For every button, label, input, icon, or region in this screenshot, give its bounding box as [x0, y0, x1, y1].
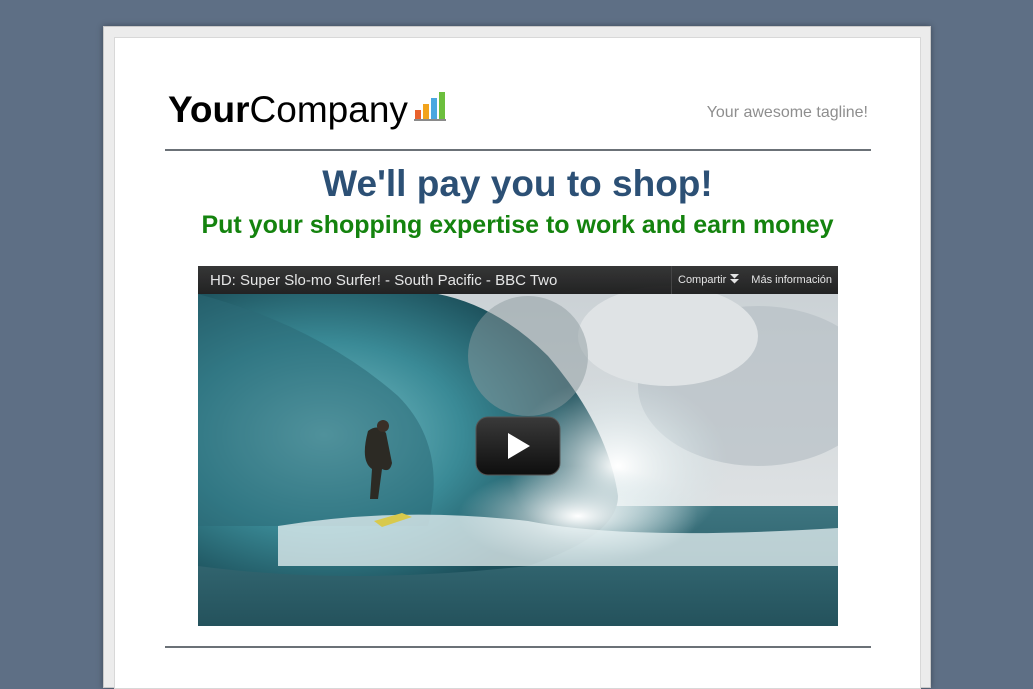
more-info-button[interactable]: Más información: [745, 274, 838, 286]
logo-text-regular: Company: [249, 89, 408, 130]
header-divider: [165, 149, 871, 151]
more-info-label: Más información: [751, 274, 832, 286]
logo-text-bold: Your: [168, 89, 250, 130]
bar-chart-icon: [413, 87, 446, 131]
video-title-bar: HD: Super Slo-mo Surfer! - South Pacific…: [198, 266, 838, 294]
tagline: Your awesome tagline!: [706, 104, 868, 121]
play-icon: [475, 416, 561, 476]
play-button[interactable]: [475, 416, 561, 476]
share-button[interactable]: Compartir: [672, 273, 745, 287]
share-label: Compartir: [678, 274, 727, 286]
double-chevron-down-icon: [730, 273, 740, 287]
company-logo[interactable]: Your Company: [168, 88, 446, 132]
page-headline: We'll pay you to shop!: [322, 163, 713, 204]
page-frame: Your Company Your awesome tagline! We'll …: [103, 26, 931, 689]
video-title[interactable]: HD: Super Slo-mo Surfer! - South Pacific…: [210, 272, 557, 289]
video-player[interactable]: HD: Super Slo-mo Surfer! - South Pacific…: [198, 266, 838, 626]
page-content: Your Company Your awesome tagline! We'll …: [114, 37, 921, 689]
page-subheadline: Put your shopping expertise to work and …: [201, 211, 834, 239]
site-header: Your Company Your awesome tagline!: [165, 88, 870, 150]
footer-divider: [165, 646, 871, 648]
video-actions: Compartir Más información: [671, 266, 838, 294]
